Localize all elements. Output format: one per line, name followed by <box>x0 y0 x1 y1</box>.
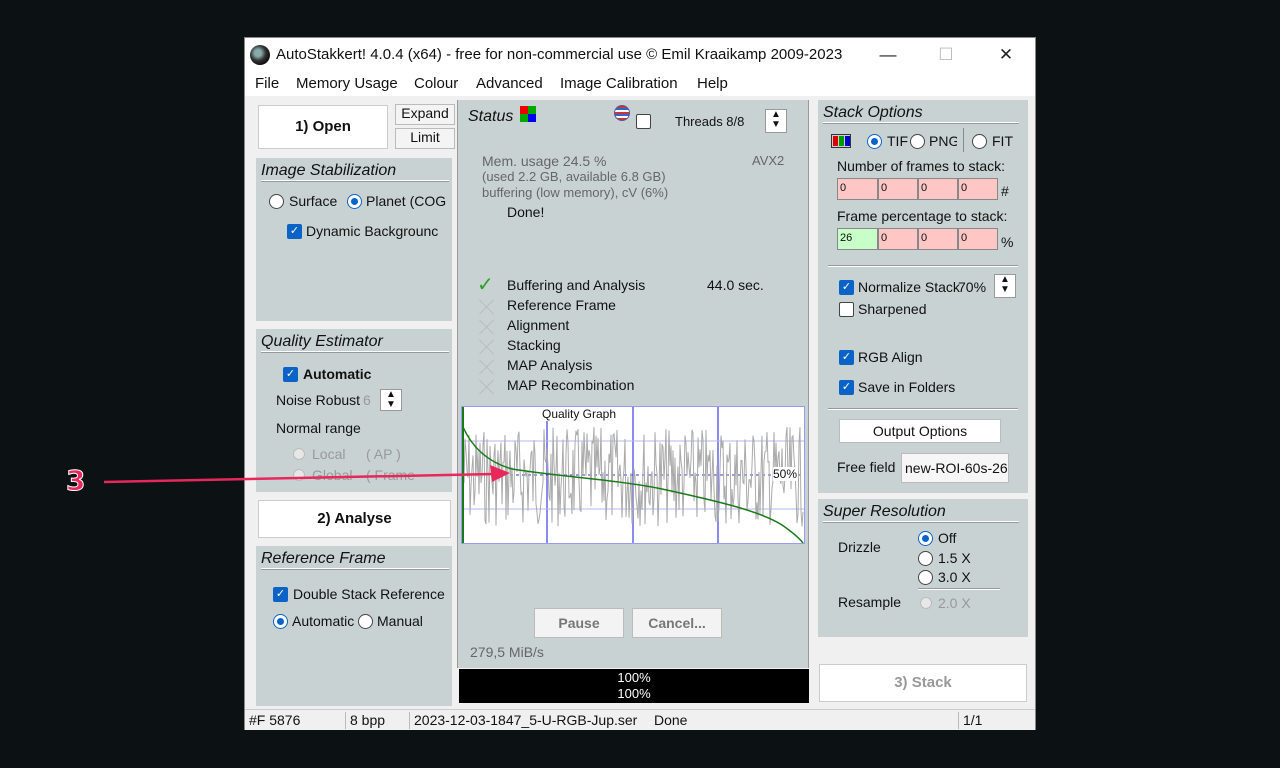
annotation-arrow <box>103 465 510 484</box>
annotation-number: 3 <box>65 464 86 498</box>
